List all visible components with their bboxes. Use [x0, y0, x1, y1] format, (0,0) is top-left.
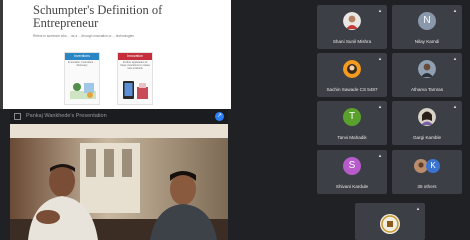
slide-title-line2: Entrepreneur	[33, 16, 99, 30]
participant-name: Shani Sunil Mishra	[332, 39, 372, 44]
participant-avatar	[418, 108, 436, 126]
participant-avatar	[418, 60, 436, 78]
innovation-card: Innovation Further application of these …	[117, 52, 153, 105]
mic-muted-icon: ▴	[378, 8, 382, 14]
shared-slide: Schumpter's Definition of Entrepreneur R…	[0, 0, 231, 109]
others-avatar-group: K	[414, 159, 440, 173]
mic-muted-icon: ▴	[378, 153, 382, 159]
participant-name: Nilay Kamdi	[414, 39, 440, 44]
innovation-card-header: Innovation	[118, 53, 152, 60]
participant-avatar	[343, 60, 361, 78]
mic-muted-icon: ▴	[453, 8, 457, 14]
expand-icon[interactable]: ↗	[215, 112, 224, 121]
participant-avatar	[343, 12, 361, 30]
participant-avatar: N	[418, 12, 436, 30]
participant-initial-avatar: K	[426, 159, 440, 173]
video-title-bar: Pankaj Wankhede's Presentation ↗	[10, 109, 228, 124]
video-name-label: Pankaj Wankhede's Presentation	[26, 113, 107, 119]
participant-tile[interactable]: ▴ T Tanvi Mahadik	[317, 101, 387, 145]
others-tile[interactable]: K 35 others	[392, 150, 462, 194]
institution-logo-icon	[380, 214, 400, 234]
participant-tile[interactable]: ▴ Atharva Tamras	[392, 53, 462, 97]
slide-title: Schumpter's Definition of Entrepreneur	[33, 4, 228, 30]
mic-muted-icon: ▴	[378, 56, 382, 62]
meeting-window: Schumpter's Definition of Entrepreneur R…	[0, 0, 470, 240]
participant-tile[interactable]: ▴	[355, 203, 425, 240]
participant-name: Sachin Sawade CS 5487	[326, 87, 378, 92]
inventions-card-description: Innovation, Inventions ... discovery	[67, 61, 97, 68]
inventions-illustration	[70, 83, 96, 99]
participant-tile[interactable]: ▴ Sachin Sawade CS 5487	[317, 53, 387, 97]
inventions-card-header: Inventions	[65, 53, 99, 60]
mic-muted-icon: ▴	[453, 104, 457, 110]
participant-tile[interactable]: ▴ S Shivani Kardule	[317, 150, 387, 194]
screen-share-icon	[14, 113, 21, 120]
slide-edge	[0, 0, 3, 109]
participant-name: Gargi Kamble	[412, 135, 442, 140]
innovation-illustration	[123, 81, 148, 99]
mic-muted-icon: ▴	[378, 104, 382, 110]
speaker-video[interactable]: Pankaj Wankhede's Presentation ↗	[10, 109, 228, 240]
participant-tile[interactable]: ▴ Gargi Kamble	[392, 101, 462, 145]
participant-tile[interactable]: ▴ N Nilay Kamdi	[392, 5, 462, 49]
slide-body-text: Refers to someone who ... as a ... throu…	[33, 34, 134, 38]
speaker-video-frame	[10, 124, 228, 240]
participant-tile[interactable]: ▴ Shani Sunil Mishra	[317, 5, 387, 49]
participant-name: Atharva Tamras	[410, 87, 444, 92]
participant-name: Shivani Kardule	[335, 184, 369, 189]
mic-muted-icon: ▴	[416, 206, 420, 212]
others-count-label: 35 others	[417, 184, 437, 189]
participant-avatar: T	[343, 108, 361, 126]
inventions-card: Inventions Innovation, Inventions ... di…	[64, 52, 100, 105]
participant-avatar: S	[343, 157, 361, 175]
innovation-card-description: Further application of these inventions …	[120, 61, 150, 71]
mic-muted-icon: ▴	[453, 56, 457, 62]
participant-name: Tanvi Mahadik	[337, 135, 367, 140]
